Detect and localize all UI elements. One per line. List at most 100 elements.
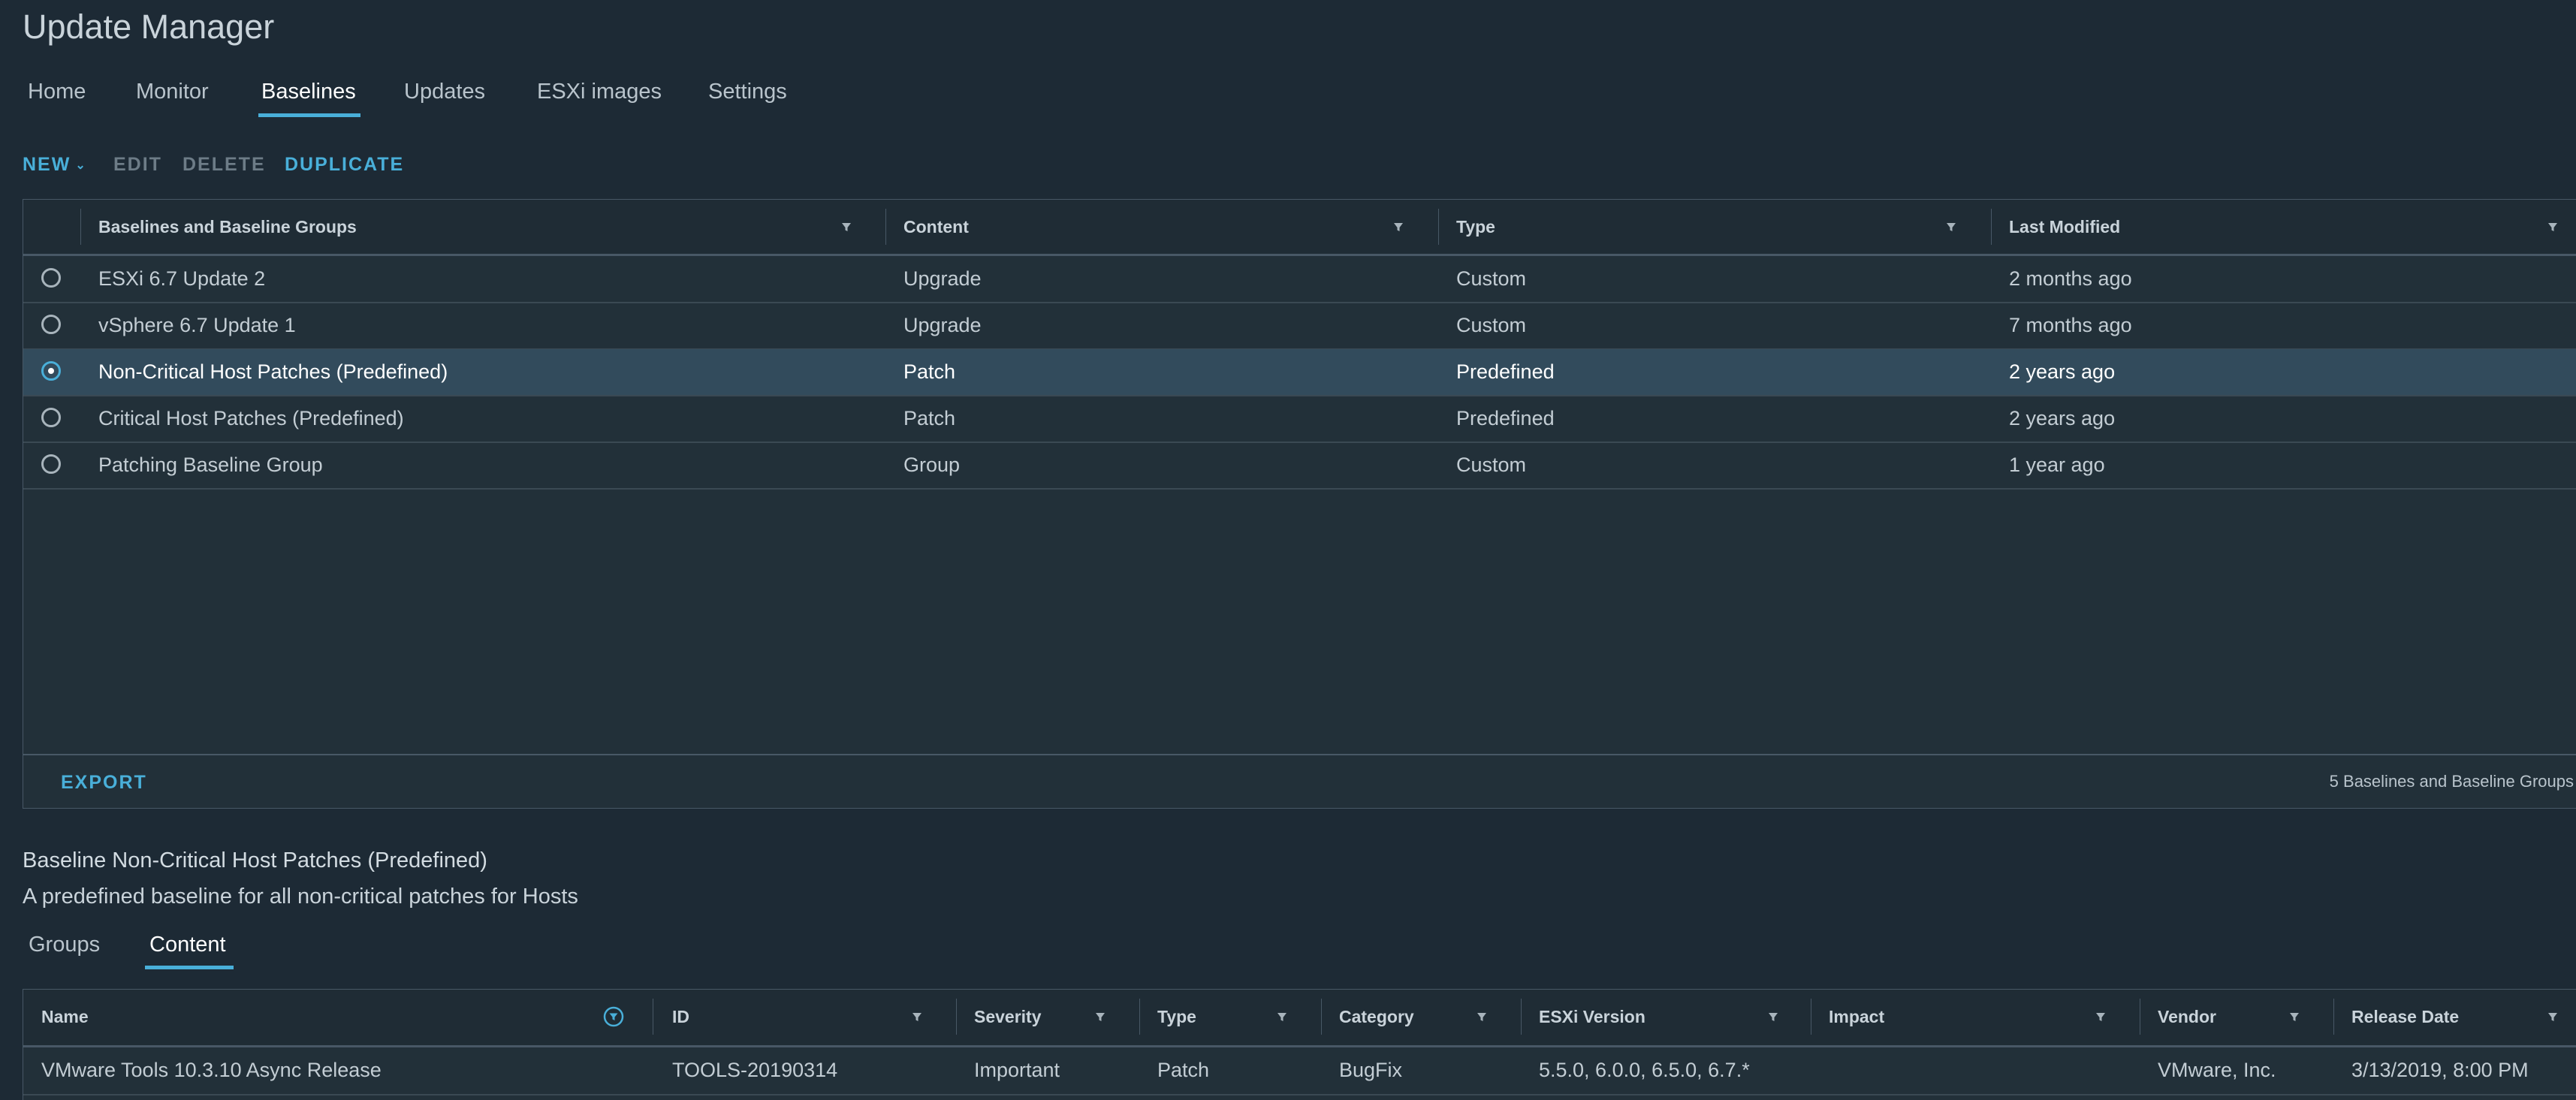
active-tab-indicator [145, 966, 234, 969]
row-radio-selected[interactable] [41, 361, 61, 381]
filter-icon[interactable] [1941, 216, 1962, 237]
filter-icon[interactable] [1090, 1006, 1111, 1027]
edit-button[interactable]: EDIT [113, 154, 162, 176]
new-button-label: NEW [23, 154, 71, 175]
update-vendor: VMware, Inc. [2158, 1059, 2276, 1081]
filter-icon[interactable] [2542, 216, 2563, 237]
detail-title: Baseline Non-Critical Host Patches (Pred… [23, 848, 487, 872]
update-release-date: 3/13/2019, 8:00 PM [2351, 1059, 2529, 1081]
baseline-content: Patch [903, 407, 956, 429]
export-button[interactable]: EXPORT [61, 772, 147, 794]
column-header-id[interactable]: ID [672, 990, 689, 1044]
filter-icon[interactable] [2284, 1006, 2305, 1027]
baseline-last-modified: 7 months ago [2009, 314, 2132, 336]
tab-updates[interactable]: Updates [404, 80, 485, 104]
baselines-grid-header: Baselines and Baseline Groups Content Ty… [23, 200, 2576, 256]
baseline-name: ESXi 6.7 Update 2 [98, 267, 266, 290]
tab-content[interactable]: Content [149, 933, 226, 957]
filter-icon[interactable] [1471, 1006, 1492, 1027]
column-separator [2333, 999, 2334, 1035]
tab-groups[interactable]: Groups [29, 933, 100, 957]
tab-settings[interactable]: Settings [708, 80, 787, 104]
update-category: BugFix [1339, 1059, 1403, 1081]
filter-icon[interactable] [2542, 1006, 2563, 1027]
baseline-last-modified: 2 months ago [2009, 267, 2132, 290]
filter-icon[interactable] [1388, 216, 1409, 237]
tab-baselines[interactable]: Baselines [261, 80, 356, 104]
column-header-vendor[interactable]: Vendor [2158, 990, 2216, 1044]
column-header-type[interactable]: Type [1157, 990, 1196, 1044]
column-separator [1321, 999, 1322, 1035]
filter-active-icon[interactable] [603, 1006, 624, 1027]
baseline-name: vSphere 6.7 Update 1 [98, 314, 296, 336]
baseline-last-modified: 1 year ago [2009, 454, 2105, 476]
filter-icon[interactable] [1271, 1006, 1293, 1027]
column-header-release-date[interactable]: Release Date [2351, 990, 2459, 1044]
row-radio[interactable] [41, 408, 61, 427]
column-header-category[interactable]: Category [1339, 990, 1414, 1044]
column-header-last-modified[interactable]: Last Modified [2009, 200, 2120, 254]
baseline-content: Group [903, 454, 961, 476]
row-count: 5 Baselines and Baseline Groups [2329, 772, 2574, 791]
column-header-name[interactable]: Baselines and Baseline Groups [98, 200, 357, 254]
table-row[interactable]: Patching Baseline Group Group Custom 1 y… [23, 442, 2576, 490]
baseline-last-modified: 2 years ago [2009, 360, 2116, 383]
baseline-name: Non-Critical Host Patches (Predefined) [98, 360, 448, 383]
baseline-content: Upgrade [903, 314, 982, 336]
baseline-name: Critical Host Patches (Predefined) [98, 407, 404, 429]
tab-monitor[interactable]: Monitor [136, 80, 209, 104]
baselines-grid: Baselines and Baseline Groups Content Ty… [23, 199, 2576, 809]
filter-icon[interactable] [1763, 1006, 1784, 1027]
row-radio[interactable] [41, 268, 61, 288]
column-separator [885, 209, 886, 245]
duplicate-button[interactable]: DUPLICATE [285, 154, 404, 176]
new-button[interactable]: NEW ⌄ [23, 154, 87, 176]
row-radio[interactable] [41, 315, 61, 334]
baseline-type: Predefined [1456, 360, 1555, 383]
active-tab-indicator [258, 113, 360, 117]
baselines-grid-footer: EXPORT 5 Baselines and Baseline Groups [23, 754, 2576, 808]
content-grid-header: Name ID Severity Type Category ESXi Vers… [23, 990, 2576, 1047]
baseline-content: Upgrade [903, 267, 982, 290]
column-header-severity[interactable]: Severity [974, 990, 1042, 1044]
column-separator [1438, 209, 1439, 245]
baseline-content: Patch [903, 360, 956, 383]
baseline-type: Custom [1456, 454, 1527, 476]
table-row[interactable]: ESXi 6.7 Update 2 Upgrade Custom 2 month… [23, 256, 2576, 303]
column-separator [1991, 209, 1992, 245]
table-row-selected[interactable]: Non-Critical Host Patches (Predefined) P… [23, 349, 2576, 396]
tab-home[interactable]: Home [28, 80, 86, 104]
update-id: TOOLS-20190314 [672, 1059, 838, 1081]
column-header-content[interactable]: Content [903, 200, 969, 254]
filter-icon[interactable] [2090, 1006, 2111, 1027]
column-separator [956, 999, 957, 1035]
table-row[interactable]: Critical Host Patches (Predefined) Patch… [23, 396, 2576, 443]
update-type: Patch [1157, 1059, 1210, 1081]
baseline-type: Predefined [1456, 407, 1555, 429]
update-esxi-version: 5.5.0, 6.0.0, 6.5.0, 6.7.* [1539, 1059, 1750, 1081]
column-separator [1139, 999, 1140, 1035]
filter-icon[interactable] [906, 1006, 928, 1027]
update-name: VMware Tools 10.3.10 Async Release [41, 1059, 382, 1081]
table-row[interactable]: vSphere 6.7 Update 1 Upgrade Custom 7 mo… [23, 303, 2576, 350]
filter-icon[interactable] [836, 216, 857, 237]
content-grid: Name ID Severity Type Category ESXi Vers… [23, 989, 2576, 1100]
detail-description: A predefined baseline for all non-critic… [23, 885, 578, 909]
page-title: Update Manager [23, 8, 275, 46]
baseline-type: Custom [1456, 314, 1527, 336]
row-radio[interactable] [41, 454, 61, 474]
column-separator [80, 209, 81, 245]
table-row[interactable]: VMware Tools 10.3.10 Async Release TOOLS… [23, 1047, 2576, 1095]
delete-button[interactable]: DELETE [182, 154, 266, 176]
baseline-last-modified: 2 years ago [2009, 407, 2116, 429]
column-header-type[interactable]: Type [1456, 200, 1495, 254]
column-header-esxi-version[interactable]: ESXi Version [1539, 990, 1645, 1044]
column-header-name[interactable]: Name [41, 990, 89, 1044]
column-separator [1521, 999, 1522, 1035]
baseline-type: Custom [1456, 267, 1527, 290]
chevron-down-icon: ⌄ [75, 159, 87, 173]
column-header-impact[interactable]: Impact [1829, 990, 1884, 1044]
baseline-name: Patching Baseline Group [98, 454, 323, 476]
update-severity: Important [974, 1059, 1060, 1081]
tab-esxi-images[interactable]: ESXi images [537, 80, 662, 104]
